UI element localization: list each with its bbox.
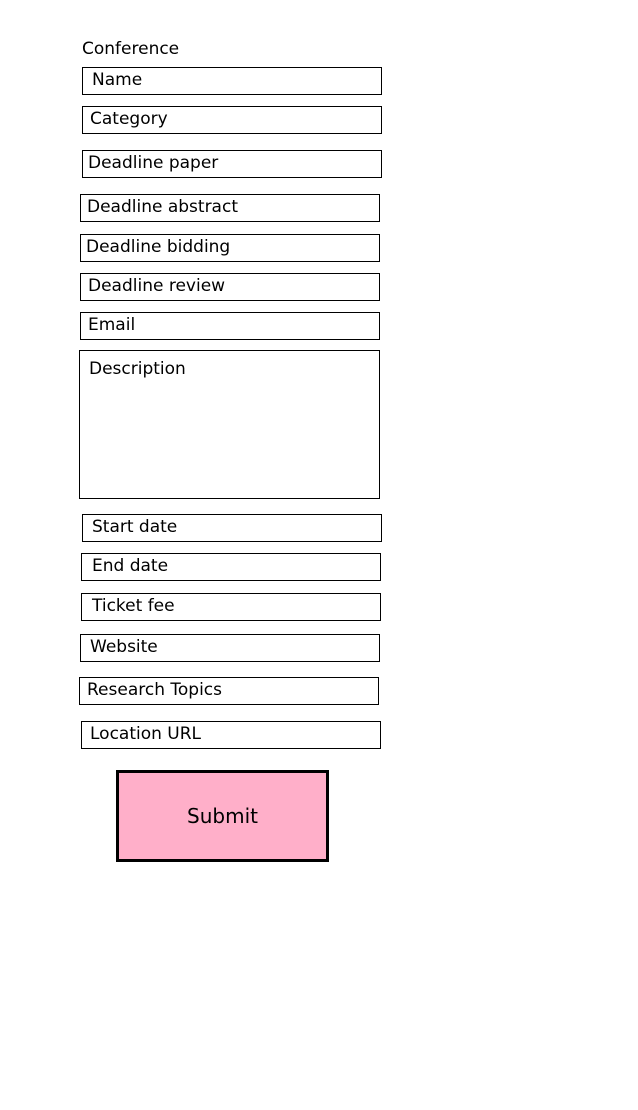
ticket-fee-field[interactable]: Ticket fee [81, 593, 381, 621]
deadline-abstract-field[interactable]: Deadline abstract [80, 194, 380, 222]
deadline-bidding-field[interactable]: Deadline bidding [80, 234, 380, 262]
website-field-label: Website [90, 637, 158, 657]
name-field[interactable]: Name [82, 67, 382, 95]
end-date-field[interactable]: End date [81, 553, 381, 581]
category-field-label: Category [90, 109, 168, 129]
location-url-field[interactable]: Location URL [81, 721, 381, 749]
description-field-label: Description [89, 359, 186, 379]
name-field-label: Name [92, 70, 143, 90]
deadline-abstract-field-label: Deadline abstract [87, 197, 238, 217]
email-field-label: Email [88, 315, 136, 335]
deadline-bidding-field-label: Deadline bidding [86, 237, 231, 257]
end-date-field-label: End date [92, 556, 169, 576]
description-field[interactable]: Description [79, 350, 380, 499]
email-field[interactable]: Email [80, 312, 380, 340]
deadline-review-field-label: Deadline review [88, 276, 226, 296]
research-topics-field-label: Research Topics [87, 680, 222, 700]
start-date-field[interactable]: Start date [82, 514, 382, 542]
website-field[interactable]: Website [80, 634, 380, 662]
research-topics-field[interactable]: Research Topics [79, 677, 379, 705]
deadline-review-field[interactable]: Deadline review [80, 273, 380, 301]
ticket-fee-field-label: Ticket fee [92, 596, 175, 616]
deadline-paper-field[interactable]: Deadline paper [82, 150, 382, 178]
submit-button[interactable]: Submit [116, 770, 329, 862]
start-date-field-label: Start date [92, 517, 178, 537]
location-url-field-label: Location URL [90, 724, 202, 744]
form-title: Conference [82, 39, 180, 59]
deadline-paper-field-label: Deadline paper [88, 153, 219, 173]
category-field[interactable]: Category [82, 106, 382, 134]
